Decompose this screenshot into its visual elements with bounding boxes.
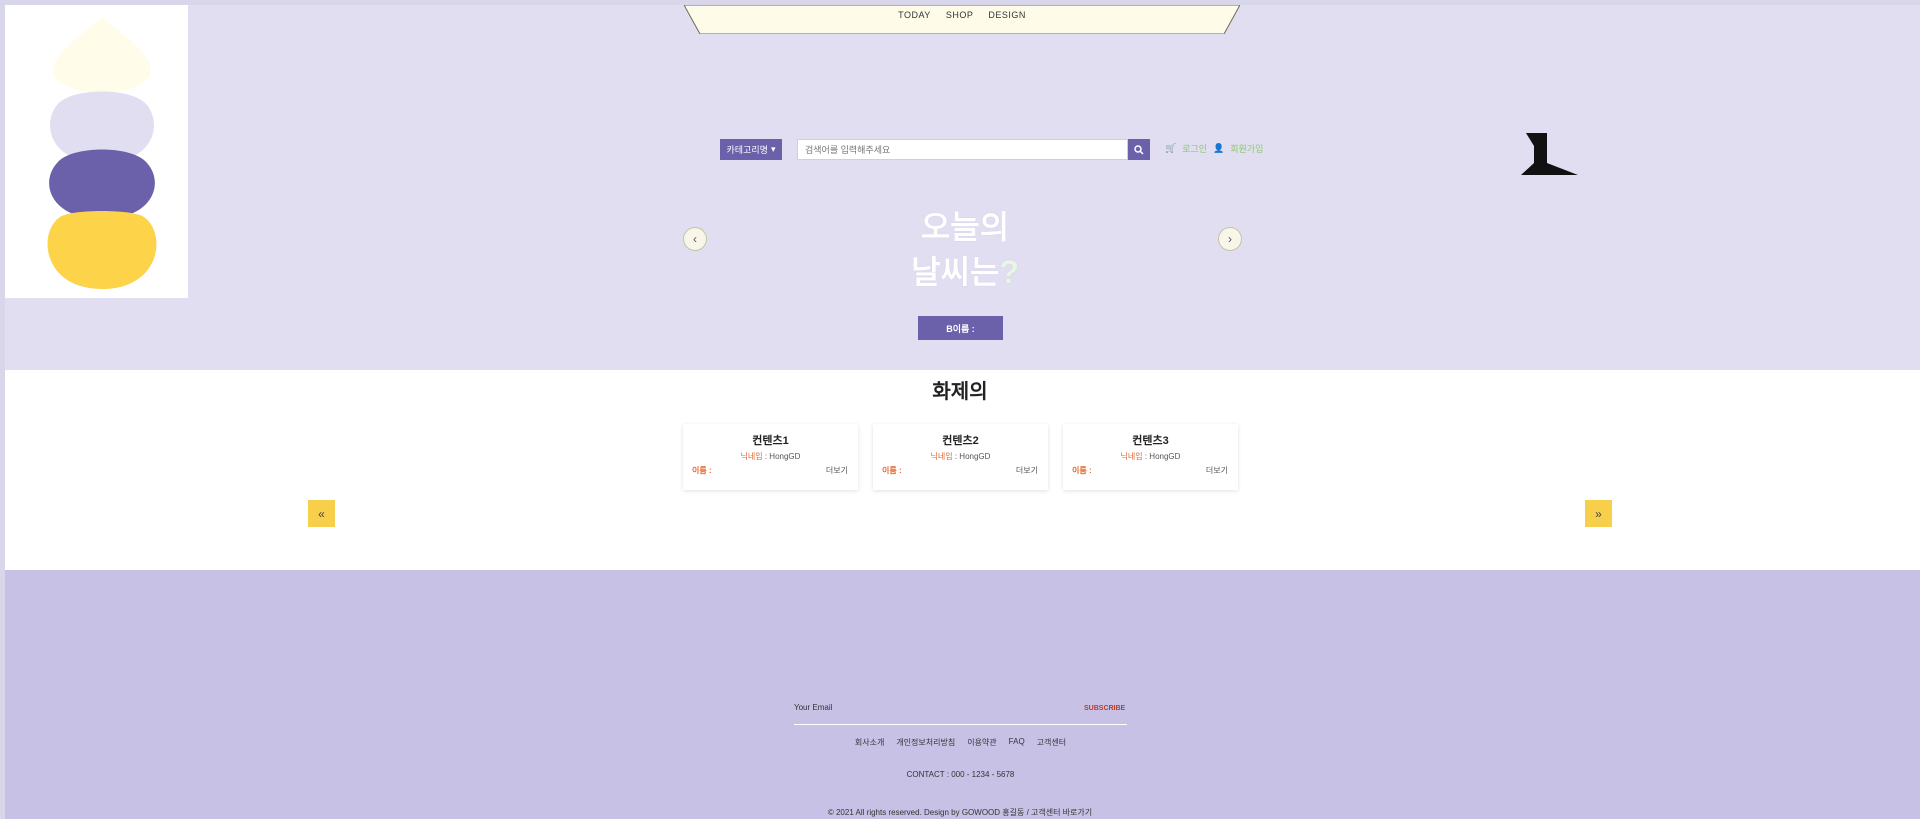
content-card[interactable]: 컨텐츠2 닉네임 : HongGD 이름 : 더보기 bbox=[873, 424, 1048, 490]
logo[interactable] bbox=[5, 5, 188, 298]
footer-link-terms[interactable]: 이용약관 bbox=[967, 737, 996, 748]
chevron-right-icon: › bbox=[1228, 232, 1232, 246]
card-nick-value: : HongGD bbox=[762, 452, 801, 461]
utility-login[interactable]: 로그인 bbox=[1182, 142, 1207, 155]
topics-next-button[interactable]: » bbox=[1585, 500, 1612, 527]
card-more-link[interactable]: 더보기 bbox=[1206, 465, 1228, 476]
footer: Your Email SUBSCRIBE 회사소개 개인정보처리방침 이용약관 … bbox=[5, 570, 1920, 819]
content-card[interactable]: 컨텐츠1 닉네임 : HongGD 이름 : 더보기 bbox=[683, 424, 858, 490]
hero-title: 오늘의 날씨는? bbox=[865, 205, 1065, 295]
chevron-left-icon: ‹ bbox=[693, 232, 697, 246]
email-field[interactable]: Your Email bbox=[794, 703, 832, 712]
footer-links: 회사소개 개인정보처리방침 이용약관 FAQ 고객센터 bbox=[794, 737, 1127, 748]
user-icon[interactable]: 👤 bbox=[1213, 143, 1224, 154]
search-input[interactable] bbox=[797, 139, 1128, 160]
footer-link-support[interactable]: 고객센터 bbox=[1037, 737, 1066, 748]
hero-title-mark: ? bbox=[999, 254, 1019, 290]
card-nick-label: 닉네임 bbox=[1120, 452, 1143, 461]
hero-title-line2: 날씨는 bbox=[911, 254, 1000, 290]
footer-copyright: © 2021 All rights reserved. Design by GO… bbox=[827, 808, 1093, 817]
category-dropdown-label: 카테고리명 bbox=[726, 145, 768, 155]
utility-signup[interactable]: 회원가입 bbox=[1230, 142, 1263, 155]
hero-next-button[interactable]: › bbox=[1218, 227, 1242, 251]
category-dropdown-button[interactable]: 카테고리명 ▾ bbox=[720, 139, 782, 160]
top-nav-item-design[interactable]: DESIGN bbox=[988, 10, 1026, 20]
card-title: 컨텐츠3 bbox=[1132, 435, 1169, 447]
topics-section: 화제의 컨텐츠1 닉네임 : HongGD 이름 : 더보기 컨텐츠2 닉네임 … bbox=[5, 370, 1920, 570]
footer-divider bbox=[794, 724, 1127, 725]
footer-link-faq[interactable]: FAQ bbox=[1009, 737, 1025, 748]
search-icon bbox=[1134, 144, 1144, 155]
card-nick-label: 닉네임 bbox=[930, 452, 953, 461]
footer-link-about[interactable]: 회사소개 bbox=[855, 737, 884, 748]
topics-prev-button[interactable]: « bbox=[308, 500, 335, 527]
content-card[interactable]: 컨텐츠3 닉네임 : HongGD 이름 : 더보기 bbox=[1063, 424, 1238, 490]
page-frame: TODAY SHOP DESIGN 카테고리명 ▾ 🛒 로그인 👤 회원가입 bbox=[5, 5, 1920, 819]
hero-cta-button[interactable]: B이름 : bbox=[918, 316, 1003, 340]
card-nick-value: : HongGD bbox=[952, 452, 991, 461]
double-chevron-left-icon: « bbox=[318, 506, 325, 521]
card-nick-label: 닉네임 bbox=[740, 452, 763, 461]
search-button[interactable] bbox=[1128, 139, 1150, 160]
double-chevron-right-icon: » bbox=[1595, 506, 1602, 521]
footer-contact: CONTACT : 000 - 1234 - 5678 bbox=[906, 770, 1015, 779]
bookmark-decoration-icon bbox=[1521, 133, 1578, 175]
hero-prev-button[interactable]: ‹ bbox=[683, 227, 707, 251]
logo-blobs-icon bbox=[47, 17, 157, 289]
card-title: 컨텐츠2 bbox=[942, 435, 979, 447]
utility-links: 🛒 로그인 👤 회원가입 bbox=[1165, 142, 1263, 155]
caret-down-icon: ▾ bbox=[770, 144, 776, 154]
card-name-label: 이름 : bbox=[692, 466, 712, 475]
subscribe-button[interactable]: SUBSCRIBE bbox=[1084, 705, 1125, 712]
card-more-link[interactable]: 더보기 bbox=[826, 465, 848, 476]
top-nav: TODAY SHOP DESIGN bbox=[684, 5, 1240, 34]
card-name-label: 이름 : bbox=[1072, 466, 1092, 475]
card-nick-value: : HongGD bbox=[1142, 452, 1181, 461]
hero-title-line1: 오늘의 bbox=[920, 209, 1010, 245]
card-name-label: 이름 : bbox=[882, 466, 902, 475]
top-nav-item-shop[interactable]: SHOP bbox=[946, 10, 974, 20]
hero-section: TODAY SHOP DESIGN 카테고리명 ▾ 🛒 로그인 👤 회원가입 bbox=[5, 5, 1920, 370]
top-nav-item-today[interactable]: TODAY bbox=[898, 10, 931, 20]
cart-icon[interactable]: 🛒 bbox=[1165, 143, 1176, 154]
footer-link-privacy[interactable]: 개인정보처리방침 bbox=[896, 737, 955, 748]
card-more-link[interactable]: 더보기 bbox=[1016, 465, 1038, 476]
section-title: 화제의 bbox=[932, 381, 988, 403]
card-title: 컨텐츠1 bbox=[752, 435, 789, 447]
